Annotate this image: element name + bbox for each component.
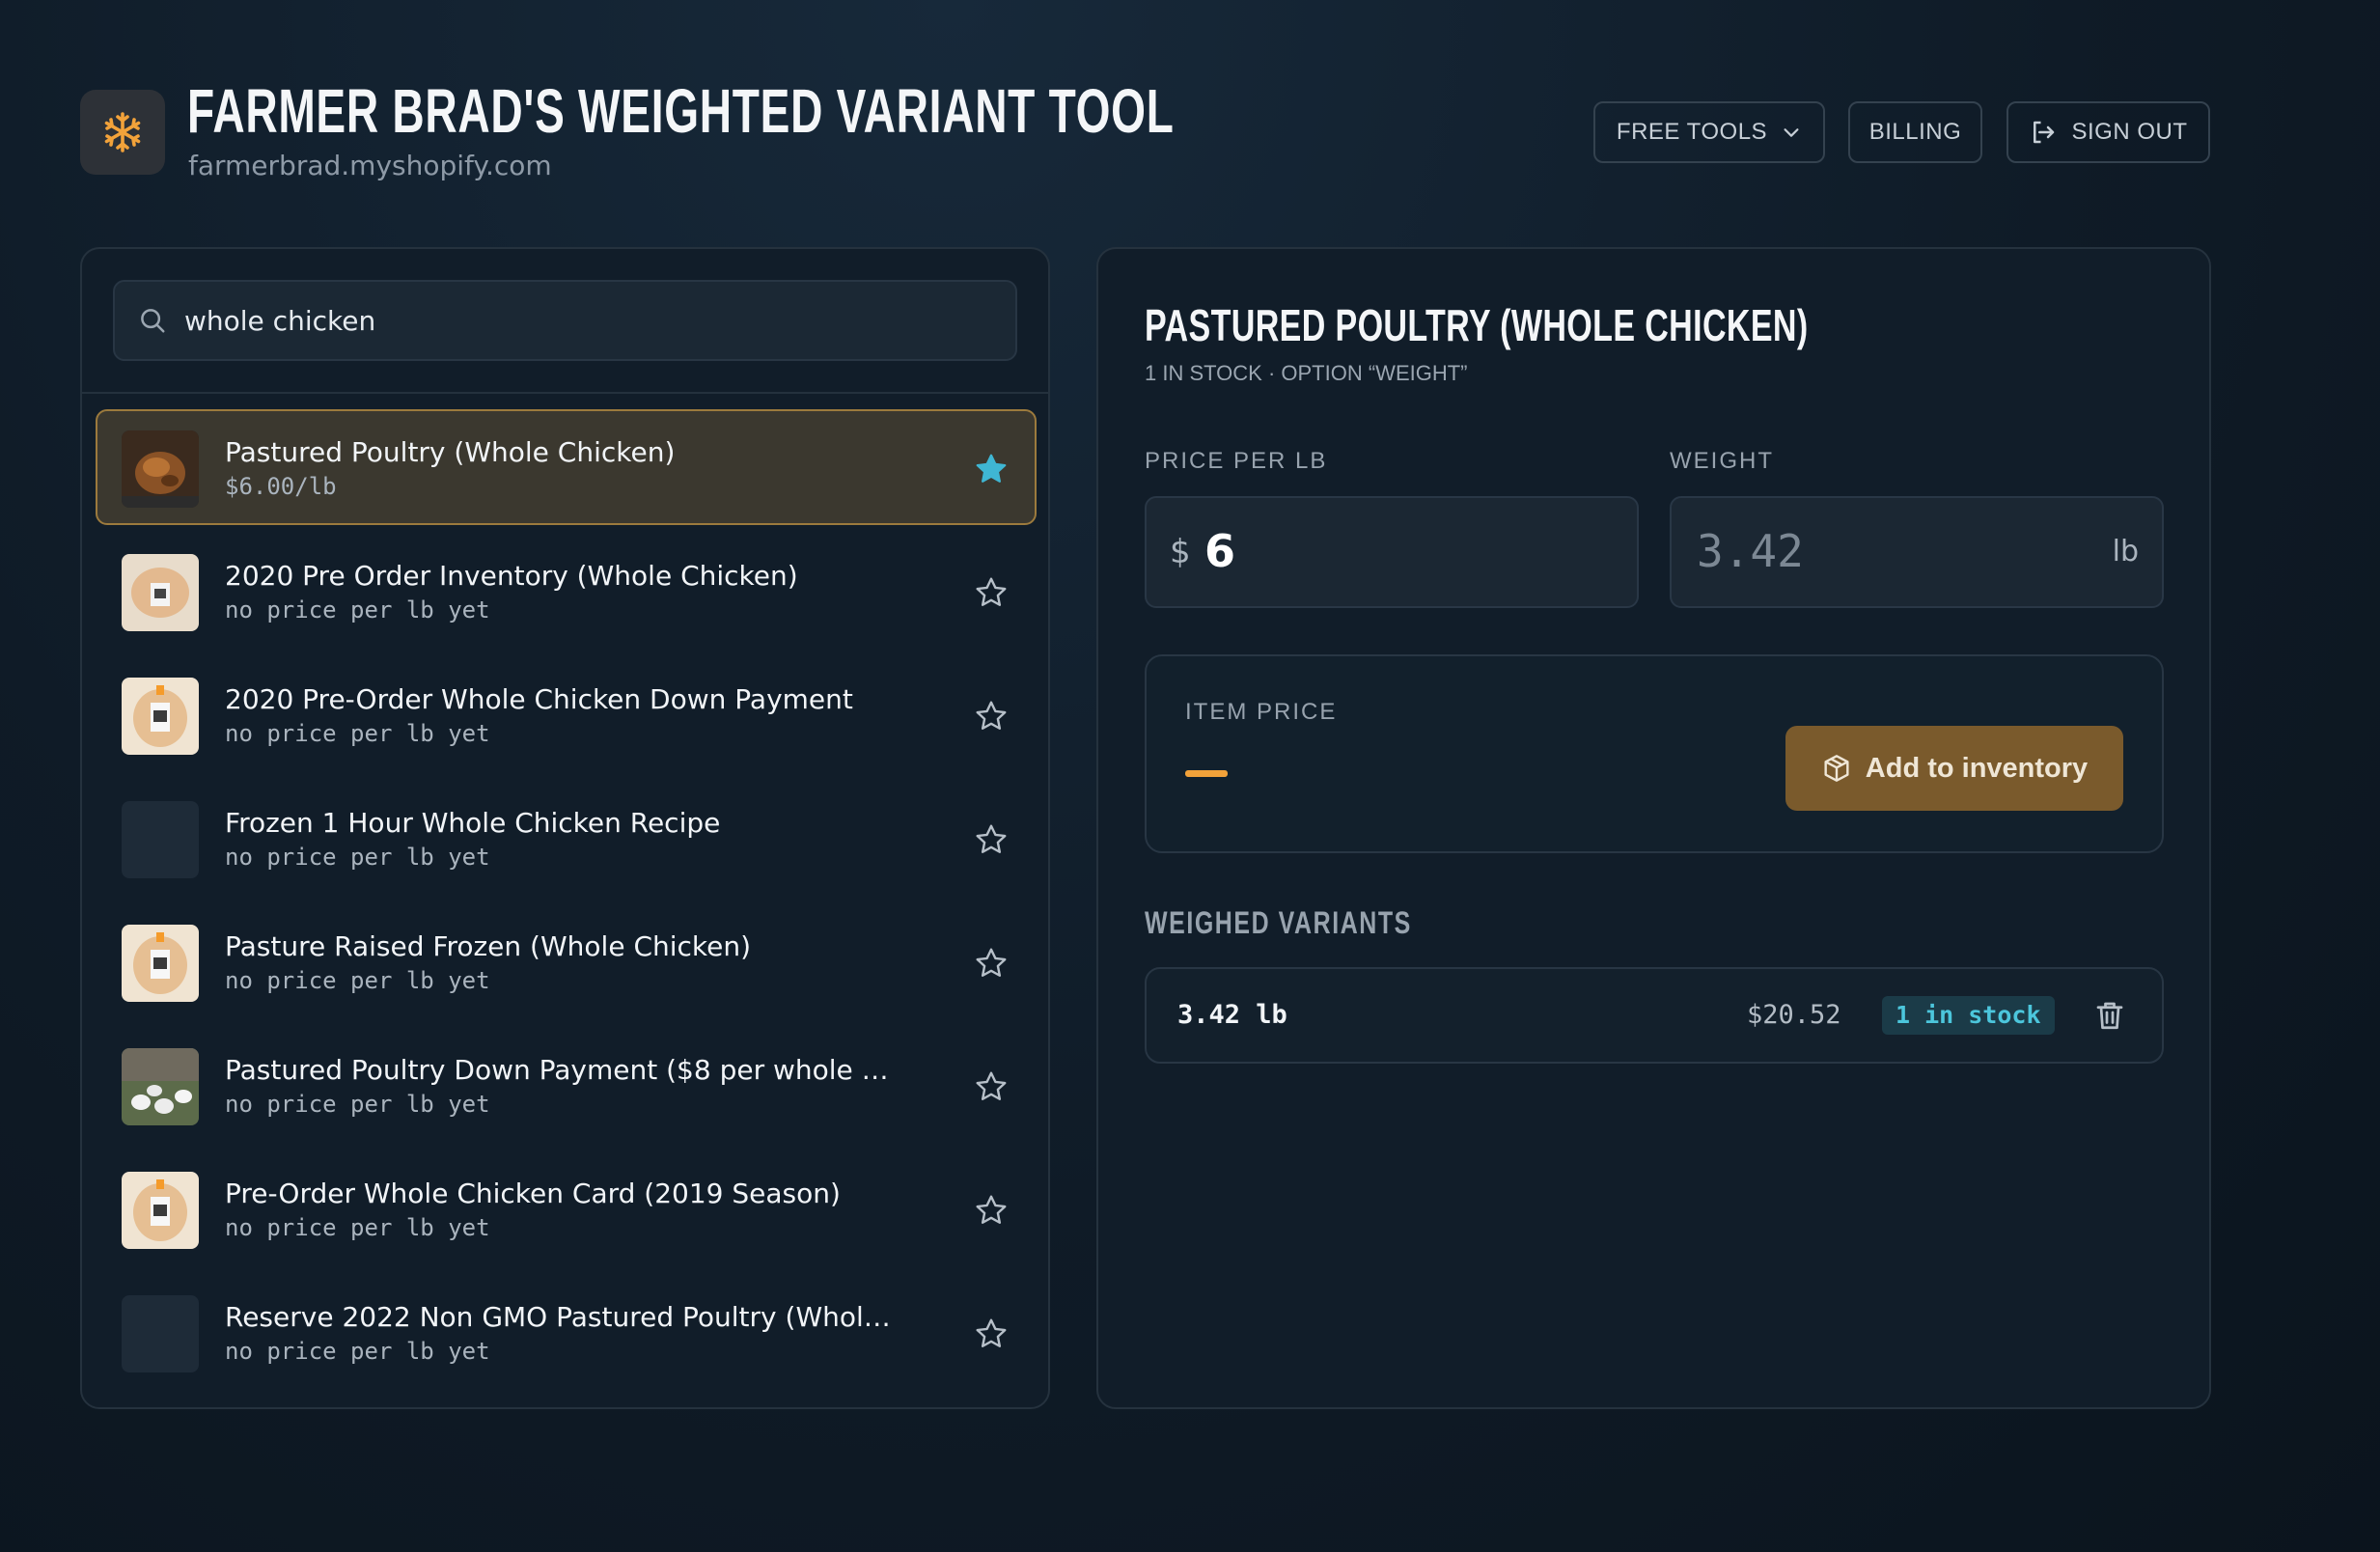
stock-badge: 1 in stock — [1882, 996, 2055, 1035]
free-tools-label: FREE TOOLS — [1616, 119, 1768, 145]
product-item[interactable]: Pasture Raised Frozen (Whole Chicken) no… — [96, 903, 1037, 1019]
sign-out-icon — [2034, 121, 2055, 144]
variant-price: $20.52 — [1747, 1000, 1841, 1030]
billing-label: BILLING — [1868, 119, 1962, 145]
shop-domain: farmerbrad.myshopify.com — [188, 150, 552, 181]
product-detail-panel: PASTURED POULTRY (WHOLE CHICKEN) 1 IN ST… — [1096, 247, 2211, 1409]
product-price: $6.00/lb — [225, 473, 337, 500]
app-title: FARMER BRAD'S WEIGHTED VARIANT TOOL — [187, 76, 1175, 146]
product-thumbnail-empty — [122, 801, 199, 878]
product-item[interactable]: 2020 Pre-Order Whole Chicken Down Paymen… — [96, 656, 1037, 772]
product-thumbnail — [122, 430, 199, 508]
product-title: 2020 Pre Order Inventory (Whole Chicken) — [225, 560, 798, 592]
product-thumbnail — [122, 554, 199, 631]
weight-field[interactable]: 3.42 lb — [1670, 496, 2164, 608]
add-to-inventory-button[interactable]: Add to inventory — [1785, 726, 2123, 811]
product-price: no price per lb yet — [225, 967, 490, 994]
product-list-panel: whole chicken Pastured Poultry (Whole Ch… — [80, 247, 1050, 1409]
star-outline-icon[interactable] — [974, 946, 1009, 981]
add-to-inventory-label: Add to inventory — [1865, 752, 2089, 784]
product-item-selected[interactable]: Pastured Poultry (Whole Chicken) $6.00/l… — [96, 409, 1037, 525]
search-icon — [141, 309, 165, 333]
divider — [82, 392, 1048, 394]
free-tools-button[interactable]: FREE TOOLS — [1593, 101, 1825, 163]
weighed-variants-title: WEIGHED VARIANTS — [1145, 905, 1412, 940]
product-thumbnail-empty — [122, 1295, 199, 1372]
weight-unit: lb — [2112, 535, 2139, 568]
product-item[interactable]: Pastured Poultry Down Payment ($8 per wh… — [96, 1027, 1037, 1143]
product-title: Frozen 1 Hour Whole Chicken Recipe — [225, 807, 721, 839]
snowflake-icon — [104, 112, 141, 152]
chevron-down-icon — [1784, 128, 1799, 137]
product-item[interactable]: 2020 Pre Order Inventory (Whole Chicken)… — [96, 533, 1037, 649]
billing-button[interactable]: BILLING — [1848, 101, 1982, 163]
product-title: Pasture Raised Frozen (Whole Chicken) — [225, 930, 752, 962]
item-price-card: ITEM PRICE Add to inventory — [1145, 654, 2164, 853]
product-price: no price per lb yet — [225, 720, 490, 747]
search-input[interactable]: whole chicken — [184, 305, 375, 337]
product-price: no price per lb yet — [225, 1338, 490, 1365]
search-field[interactable]: whole chicken — [113, 280, 1017, 361]
product-item[interactable]: Pre-Order Whole Chicken Card (2019 Seaso… — [96, 1150, 1037, 1266]
weight-label: WEIGHT — [1670, 448, 1774, 474]
star-outline-icon[interactable] — [974, 1316, 1009, 1351]
package-icon — [1824, 755, 1849, 782]
star-filled-icon[interactable] — [974, 452, 1009, 486]
detail-subtitle: 1 IN STOCK · OPTION “WEIGHT” — [1145, 361, 1468, 385]
product-price: no price per lb yet — [225, 1214, 490, 1241]
product-thumbnail — [122, 1048, 199, 1125]
star-outline-icon[interactable] — [974, 1069, 1009, 1104]
variant-row: 3.42 lb $20.52 1 in stock — [1145, 967, 2164, 1064]
sign-out-button[interactable]: SIGN OUT — [2006, 101, 2210, 163]
product-item[interactable]: Frozen 1 Hour Whole Chicken Recipe no pr… — [96, 780, 1037, 896]
product-thumbnail — [122, 678, 199, 755]
item-price-empty-dash — [1185, 770, 1228, 777]
price-per-lb-field[interactable]: $ 6 — [1145, 496, 1639, 608]
product-title: Reserve 2022 Non GMO Pastured Poultry (W… — [225, 1301, 900, 1333]
currency-symbol: $ — [1170, 533, 1191, 571]
price-per-lb-label: PRICE PER LB — [1145, 448, 1328, 474]
variant-weight: 3.42 lb — [1177, 1000, 1287, 1030]
product-thumbnail — [122, 1172, 199, 1249]
product-title: Pastured Poultry Down Payment ($8 per wh… — [225, 1054, 900, 1086]
product-price: no price per lb yet — [225, 1091, 490, 1118]
product-title: Pre-Order Whole Chicken Card (2019 Seaso… — [225, 1178, 841, 1209]
product-title: Pastured Poultry (Whole Chicken) — [225, 436, 676, 468]
star-outline-icon[interactable] — [974, 575, 1009, 610]
product-price: no price per lb yet — [225, 596, 490, 624]
star-outline-icon[interactable] — [974, 699, 1009, 734]
product-thumbnail — [122, 925, 199, 1002]
product-title: 2020 Pre-Order Whole Chicken Down Paymen… — [225, 683, 853, 715]
product-price: no price per lb yet — [225, 844, 490, 871]
detail-title: PASTURED POULTRY (WHOLE CHICKEN) — [1145, 300, 1809, 350]
item-price-label: ITEM PRICE — [1185, 699, 1338, 725]
star-outline-icon[interactable] — [974, 1193, 1009, 1228]
weight-input[interactable]: 3.42 — [1697, 525, 1804, 577]
app-logo — [80, 90, 165, 175]
price-per-lb-input[interactable]: 6 — [1204, 525, 1235, 577]
trash-icon[interactable] — [2092, 998, 2127, 1033]
product-item[interactable]: Reserve 2022 Non GMO Pastured Poultry (W… — [96, 1274, 1037, 1390]
product-list: Pastured Poultry (Whole Chicken) $6.00/l… — [96, 409, 1037, 1398]
sign-out-label: SIGN OUT — [2071, 119, 2188, 145]
star-outline-icon[interactable] — [974, 822, 1009, 857]
